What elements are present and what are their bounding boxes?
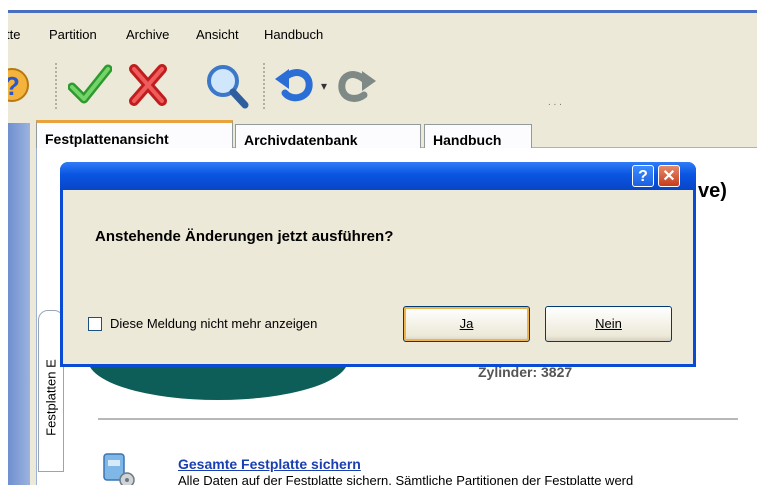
menu-item-ansicht[interactable]: Ansicht: [196, 27, 239, 42]
no-button[interactable]: Nein: [545, 306, 672, 342]
discard-x-icon[interactable]: [126, 59, 170, 111]
apply-check-icon[interactable]: [67, 59, 113, 111]
tab-handbuch[interactable]: Handbuch: [424, 124, 532, 148]
content-divider: [98, 418, 738, 420]
side-tab-label: Festplatten E: [43, 359, 59, 436]
dialog-help-button[interactable]: ?: [632, 165, 654, 187]
confirm-dialog: ? ✕ Anstehende Änderungen jetzt ausführe…: [60, 162, 696, 367]
tab-label: Handbuch: [433, 132, 502, 148]
close-icon: ✕: [662, 168, 676, 185]
backup-whole-disk-link[interactable]: Gesamte Festplatte sichern: [178, 456, 361, 472]
tab-label: Festplattenansicht: [45, 131, 169, 147]
left-panel-strip: [8, 123, 30, 485]
menu-item-partial[interactable]: tte: [8, 27, 20, 42]
question-mark-icon: ?: [638, 168, 648, 185]
help-icon[interactable]: ?: [8, 59, 46, 111]
dont-show-again-label[interactable]: Diese Meldung nicht mehr anzeigen: [110, 316, 317, 331]
menu-item-archive[interactable]: Archive: [126, 27, 169, 42]
backup-whole-disk-description: Alle Daten auf der Festplatte sichern. S…: [178, 473, 634, 485]
toolbar-grip: [55, 63, 61, 109]
background-heading-fragment: ve): [698, 180, 727, 202]
yes-button[interactable]: Ja: [403, 306, 530, 342]
redo-icon[interactable]: [334, 59, 378, 111]
svg-text:?: ?: [8, 71, 20, 101]
dialog-question: Anstehende Änderungen jetzt ausführen?: [95, 228, 394, 245]
toolbar-dots: . . .: [548, 97, 562, 108]
toolbar: ?: [8, 53, 757, 123]
no-button-label: Nein: [595, 316, 622, 331]
dialog-titlebar[interactable]: ? ✕: [60, 162, 696, 190]
backup-disk-icon[interactable]: [102, 452, 136, 485]
undo-icon[interactable]: [273, 59, 317, 111]
undo-dropdown-chevron-icon[interactable]: ▾: [321, 79, 327, 93]
dialog-close-button[interactable]: ✕: [658, 165, 680, 187]
dont-show-again-checkbox[interactable]: [88, 317, 102, 331]
application-window: tte Partition Archive Ansicht Handbuch ?: [8, 10, 757, 485]
search-icon[interactable]: [203, 59, 249, 111]
menubar: tte Partition Archive Ansicht Handbuch: [8, 13, 757, 53]
yes-button-label: Ja: [459, 316, 474, 331]
toolbar-separator: [263, 63, 269, 109]
menu-item-handbuch[interactable]: Handbuch: [264, 27, 323, 42]
tab-label: Archivdatenbank: [244, 132, 358, 148]
tab-archivdatenbank[interactable]: Archivdatenbank: [235, 124, 421, 148]
tab-festplattenansicht[interactable]: Festplattenansicht: [36, 120, 233, 148]
menu-item-partition[interactable]: Partition: [49, 27, 97, 42]
